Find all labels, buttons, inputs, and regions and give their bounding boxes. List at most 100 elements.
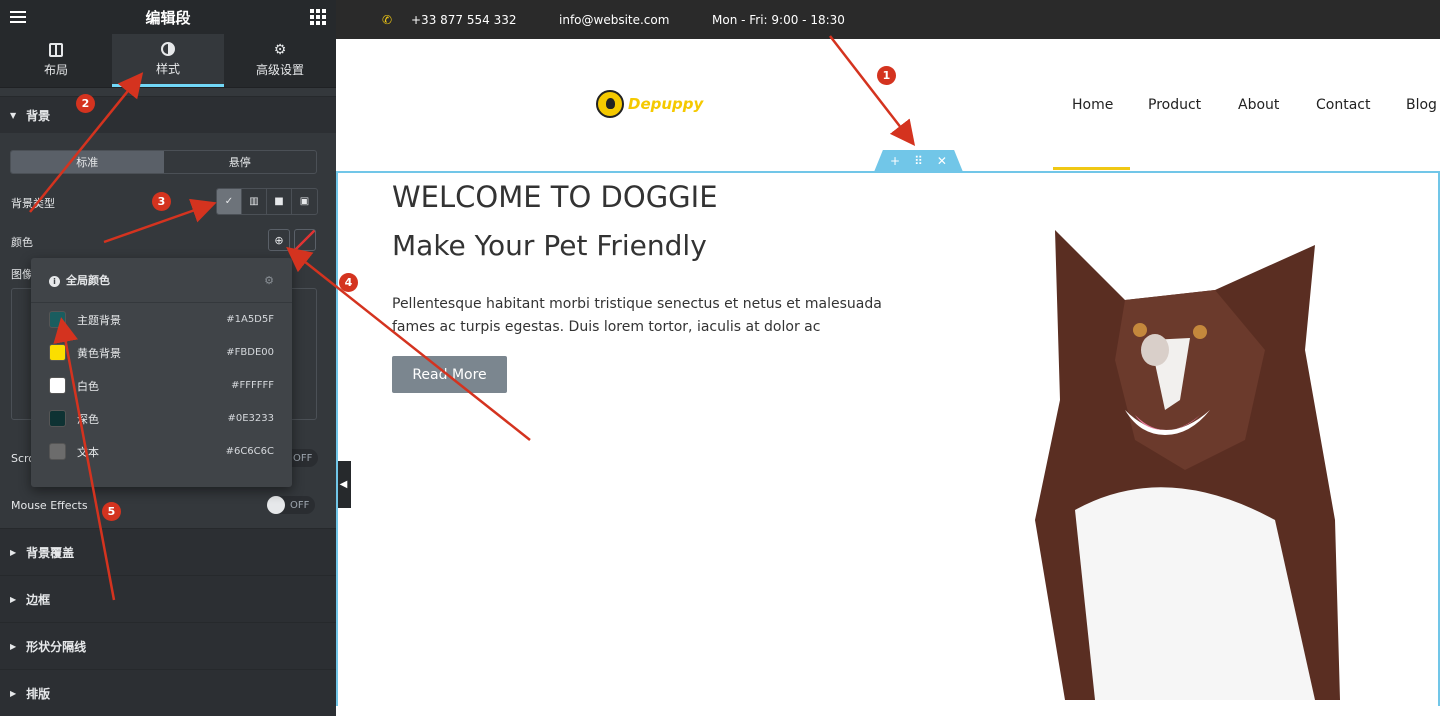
- phone-number: +33 877 554 332: [411, 12, 517, 27]
- info-icon: i: [49, 276, 60, 287]
- section-label: 边框: [26, 592, 51, 607]
- color-name: 主题背景: [77, 313, 121, 327]
- color-controls: ⊕: [268, 229, 316, 251]
- section-label: 背景: [26, 108, 51, 123]
- brush-icon[interactable]: ✓: [217, 189, 242, 214]
- tab-label: 样式: [155, 61, 180, 76]
- mouse-effects-toggle[interactable]: OFF: [267, 496, 315, 514]
- color-hex: #FBDE00: [226, 347, 274, 358]
- toggle-state: OFF: [290, 499, 310, 511]
- close-icon[interactable]: ✕: [937, 154, 947, 168]
- section-shape-divider[interactable]: ▶ 形状分隔线: [0, 622, 336, 669]
- state-tabs: 标准 悬停: [10, 150, 317, 174]
- toggle-state: OFF: [293, 452, 313, 464]
- gear-icon[interactable]: ⚙: [264, 274, 274, 287]
- color-hex: #FFFFFF: [231, 380, 274, 391]
- panel-tabs: 布局 样式 ⚙ 高级设置: [0, 34, 336, 88]
- nav-blog[interactable]: Blog: [1406, 97, 1437, 113]
- tab-normal[interactable]: 标准: [11, 151, 164, 173]
- color-name: 深色: [77, 412, 99, 426]
- mouse-effects-label: Mouse Effects: [11, 499, 88, 512]
- tab-style[interactable]: 样式: [112, 34, 224, 87]
- contrast-icon: [161, 41, 175, 56]
- gear-icon: ⚙: [273, 42, 287, 58]
- hero-paragraph: Pellentesque habitant morbi tristique se…: [392, 296, 882, 335]
- caret-right-icon: ▶: [10, 547, 17, 557]
- phone-icon: ✆: [382, 12, 393, 27]
- drag-handle-icon[interactable]: ⠿: [914, 154, 923, 168]
- section-label: 形状分隔线: [26, 639, 87, 654]
- nav-product[interactable]: Product: [1148, 97, 1201, 113]
- caret-right-icon: ▶: [10, 641, 17, 651]
- tab-label: 布局: [43, 63, 68, 77]
- color-hex: #0E3233: [227, 413, 274, 424]
- section-bg-overlay[interactable]: ▶ 背景覆盖: [0, 528, 336, 575]
- slideshow-icon[interactable]: ▣: [292, 189, 317, 214]
- color-hex: #6C6C6C: [225, 446, 274, 457]
- video-icon[interactable]: ■: [267, 189, 292, 214]
- tab-advanced[interactable]: ⚙ 高级设置: [224, 34, 336, 87]
- nav-home[interactable]: Home: [1072, 97, 1113, 113]
- site-logo[interactable]: Depuppy: [596, 90, 703, 118]
- annotation-marker-5: 5: [102, 502, 121, 521]
- global-color-item[interactable]: 文本 #6C6C6C: [31, 435, 292, 468]
- tab-hover[interactable]: 悬停: [164, 151, 317, 173]
- collapsed-sections: ▶ 背景覆盖 ▶ 边框 ▶ 形状分隔线 ▶ 排版: [0, 528, 336, 716]
- dog-image: [1035, 230, 1340, 700]
- email: info@website.com: [559, 12, 670, 27]
- popover-header: i 全局颜色 ⚙: [31, 258, 292, 303]
- caret-down-icon: ▼: [10, 110, 17, 120]
- color-label: 颜色: [11, 236, 33, 249]
- color-name: 黄色背景: [77, 346, 121, 360]
- color-name: 白色: [77, 379, 99, 393]
- color-hex: #1A5D5F: [226, 314, 274, 325]
- globe-icon[interactable]: ⊕: [268, 229, 290, 251]
- color-swatch: [49, 443, 66, 460]
- panel-title: 编辑段: [145, 8, 191, 27]
- color-name: 文本: [77, 445, 99, 459]
- color-swatch: [49, 311, 66, 328]
- color-swatch: [49, 344, 66, 361]
- global-color-item[interactable]: 白色 #FFFFFF: [31, 369, 292, 402]
- layout-icon: [49, 43, 63, 57]
- color-picker-swatch[interactable]: [294, 229, 316, 251]
- bg-type-chooser: ✓ ▥ ■ ▣: [216, 188, 318, 215]
- global-color-item[interactable]: 主题背景 #1A5D5F: [31, 303, 292, 336]
- popover-title: 全局颜色: [66, 274, 110, 287]
- image-label: 图像: [11, 268, 33, 281]
- tab-layout[interactable]: 布局: [0, 34, 112, 87]
- dog-logo-icon: [596, 90, 624, 118]
- section-border[interactable]: ▶ 边框: [0, 575, 336, 622]
- logo-text: Depuppy: [628, 95, 704, 113]
- annotation-marker-4: 4: [339, 273, 358, 292]
- gradient-icon[interactable]: ▥: [242, 189, 267, 214]
- section-handle[interactable]: + ⠿ ✕: [874, 150, 963, 172]
- opening-hours: Mon - Fri: 9:00 - 18:30: [712, 12, 845, 27]
- nav-contact[interactable]: Contact: [1316, 97, 1370, 113]
- global-color-item[interactable]: 黄色背景 #FBDE00: [31, 336, 292, 369]
- section-label: 背景覆盖: [26, 545, 75, 560]
- menu-icon[interactable]: [10, 11, 26, 23]
- nav-about[interactable]: About: [1238, 97, 1279, 113]
- section-label: 排版: [26, 686, 51, 701]
- annotation-marker-3: 3: [152, 192, 171, 211]
- hero-heading: WELCOME TO DOGGIE: [392, 180, 718, 214]
- panel-header: 编辑段: [0, 0, 336, 34]
- tab-label: 高级设置: [255, 63, 304, 77]
- bg-type-label: 背景类型: [11, 197, 55, 210]
- global-color-item[interactable]: 深色 #0E3233: [31, 402, 292, 435]
- widgets-grid-icon[interactable]: [309, 9, 326, 25]
- color-swatch: [49, 410, 66, 427]
- annotation-marker-2: 2: [76, 94, 95, 113]
- section-background[interactable]: ▼ 背景: [0, 96, 336, 133]
- add-icon[interactable]: +: [890, 154, 900, 168]
- global-colors-popover: i 全局颜色 ⚙ 主题背景 #1A5D5F 黄色背景 #FBDE00 白色 #FF…: [31, 258, 292, 487]
- color-swatch: [49, 377, 66, 394]
- section-typography[interactable]: ▶ 排版: [0, 669, 336, 716]
- hero-subheading: Make Your Pet Friendly: [392, 229, 707, 262]
- toggle-knob: [267, 496, 285, 514]
- annotation-marker-1: 1: [877, 66, 896, 85]
- read-more-button[interactable]: Read More: [392, 356, 507, 393]
- active-nav-indicator: [1053, 167, 1130, 170]
- top-info-bar: ✆ +33 877 554 332 info@website.com Mon -…: [336, 0, 1440, 39]
